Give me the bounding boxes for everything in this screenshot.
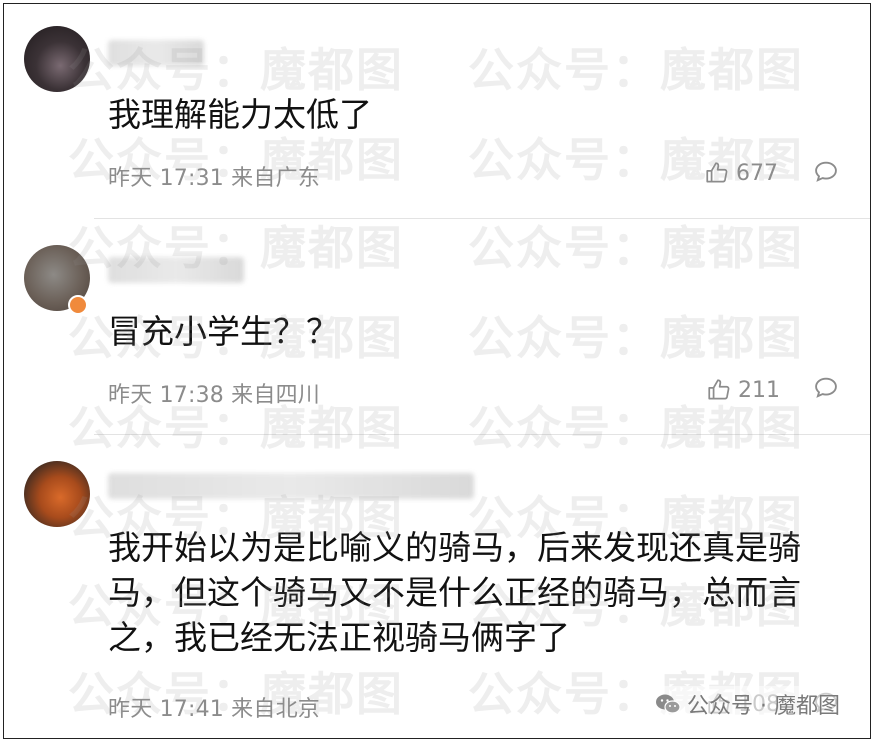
reply-button[interactable]: [812, 374, 840, 406]
source-tag-label: 公众号 · 魔都图: [687, 694, 840, 719]
comment-meta: 昨天 17:38 来自四川: [108, 383, 320, 408]
avatar[interactable]: [24, 26, 90, 92]
comment-text: 我开始以为是比喻义的骑马，后来发现还真是骑马，但这个骑马又不是什么正经的骑马，总…: [108, 528, 801, 657]
username-blurred[interactable]: [108, 257, 244, 283]
like-count: 211: [738, 377, 780, 403]
username-blurred[interactable]: [108, 473, 474, 499]
comment-meta: 昨天 17:41 来自北京: [108, 697, 320, 722]
like-button[interactable]: 211: [706, 377, 780, 403]
comment-bubble-icon: [815, 161, 837, 182]
source-tag: 公众号 · 魔都图: [651, 686, 844, 722]
comment-bubble-icon: [815, 377, 837, 398]
comment-meta: 昨天 17:31 来自广东: [108, 166, 320, 191]
comment-item: 冒充小学生？？ 昨天 17:38 来自四川 211: [4, 219, 870, 435]
comment-item: 我理解能力太低了 昨天 17:31 来自广东 677: [4, 4, 870, 219]
wechat-icon: [656, 694, 681, 714]
thumbs-up-icon: [706, 162, 728, 183]
comment-screenshot: 我理解能力太低了 昨天 17:31 来自广东 677 冒充小学生？？ 昨天 17…: [3, 3, 871, 739]
avatar-badge-icon: [68, 295, 88, 315]
like-count: 677: [736, 160, 778, 186]
like-button[interactable]: 677: [704, 160, 778, 186]
comment-text: 冒充小学生？？: [108, 312, 339, 351]
thumbs-up-icon: [708, 379, 730, 400]
comment-text: 我理解能力太低了: [108, 95, 372, 134]
avatar[interactable]: [24, 461, 90, 527]
username-blurred[interactable]: [108, 40, 204, 66]
reply-button[interactable]: [812, 158, 840, 190]
